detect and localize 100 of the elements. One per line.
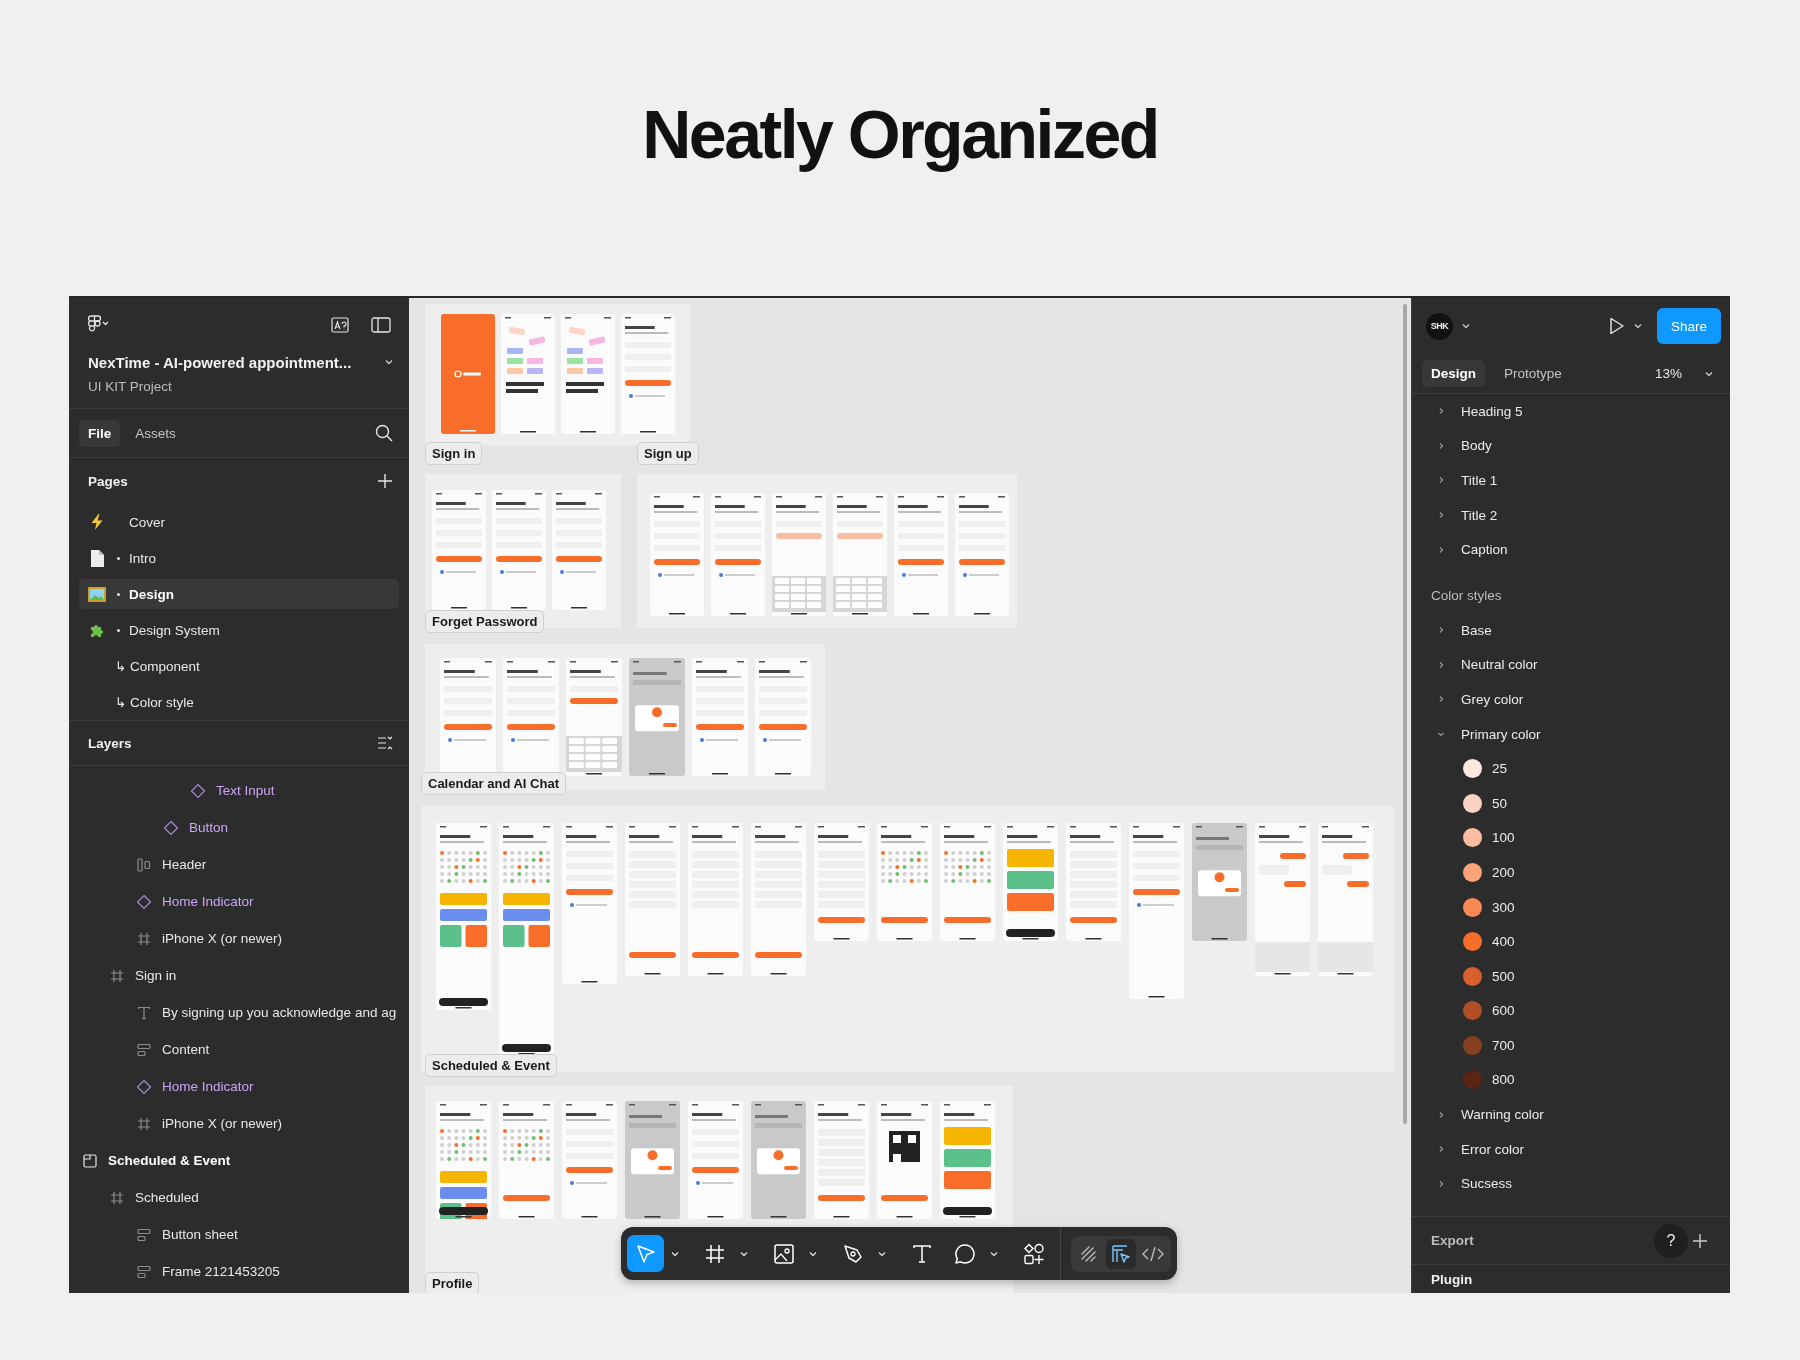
caret-icon[interactable]: [808, 1249, 818, 1258]
design-mode-button[interactable]: [1106, 1238, 1136, 1269]
page-item[interactable]: Design System: [79, 612, 399, 648]
speech-bubble-icon: [953, 1242, 976, 1265]
project-name: UI KIT Project: [88, 379, 173, 394]
component-icon: [136, 1078, 152, 1095]
shade-item[interactable]: 400: [1412, 924, 1730, 959]
section-label[interactable]: Sign up: [637, 442, 699, 465]
layer-item[interactable]: iPhone X (or newer): [69, 1105, 409, 1142]
frame-icon: [110, 968, 124, 983]
shade-item[interactable]: 100: [1412, 820, 1730, 856]
layer-item[interactable]: iPhone X (or newer): [69, 920, 409, 957]
frame-icon: [704, 1243, 725, 1264]
sidebar-icon[interactable]: [371, 317, 391, 333]
vertical-stack-icon: [137, 1227, 151, 1242]
layer-item[interactable]: Text Input: [69, 772, 409, 809]
move-tool-button[interactable]: [627, 1235, 664, 1272]
shade-item[interactable]: 300: [1412, 889, 1730, 925]
page-item[interactable]: Intro: [79, 540, 399, 576]
layer-item[interactable]: Button: [69, 809, 409, 846]
section-label[interactable]: Calendar and AI Chat: [421, 772, 566, 795]
panel-tab[interactable]: Design: [1422, 360, 1485, 387]
layer-item[interactable]: Scheduled & Event: [69, 1142, 409, 1179]
export-heading: Export: [1431, 1233, 1474, 1248]
caret-icon[interactable]: [670, 1249, 680, 1258]
layer-item[interactable]: Content: [69, 1031, 409, 1068]
style-group[interactable]: Warning color: [1412, 1097, 1730, 1132]
layer-item[interactable]: Scheduled: [69, 1179, 409, 1216]
shade-item[interactable]: 700: [1412, 1028, 1730, 1063]
shade-item[interactable]: 600: [1412, 993, 1730, 1029]
layer-item[interactable]: By signing up you acknowledge and ag: [69, 994, 409, 1031]
style-group[interactable]: Body: [1412, 428, 1730, 464]
shade-item[interactable]: 800: [1412, 1062, 1730, 1098]
plugin-heading: Plugin: [1431, 1271, 1473, 1287]
style-group[interactable]: Primary color: [1412, 716, 1730, 752]
horizontal-stack-icon: [137, 857, 151, 872]
layer-item[interactable]: Header: [69, 846, 409, 883]
design-mode-icon: [1111, 1243, 1131, 1264]
style-group[interactable]: Heading 5: [1412, 394, 1730, 429]
file-name[interactable]: NexTime - AI-powered appointment...: [88, 353, 374, 371]
style-group[interactable]: Error color: [1412, 1131, 1730, 1167]
vertical-stack-icon: [137, 1264, 151, 1279]
shapes-icon: [1022, 1242, 1045, 1265]
panel-tab[interactable]: Prototype: [1495, 360, 1571, 387]
play-icon[interactable]: [1608, 317, 1625, 335]
layer-item[interactable]: Home Indicator: [69, 883, 409, 920]
page-item[interactable]: ↳ Component: [79, 648, 399, 684]
style-group[interactable]: Title 2: [1412, 497, 1730, 533]
layer-item[interactable]: Frame 2121453205: [69, 1253, 409, 1290]
section-label[interactable]: Scheduled & Event: [425, 1054, 557, 1077]
caret-icon[interactable]: [877, 1249, 887, 1258]
layer-item[interactable]: Button sheet: [69, 1216, 409, 1253]
page-item[interactable]: Cover: [79, 504, 399, 540]
plus-icon[interactable]: [377, 473, 393, 489]
panel-tab[interactable]: File: [79, 419, 121, 447]
section-label[interactable]: Sign in: [425, 442, 483, 465]
style-group[interactable]: Base: [1412, 612, 1730, 648]
vertical-stack-icon: [137, 1042, 151, 1057]
caret-icon[interactable]: [989, 1249, 999, 1258]
code-icon: [1142, 1244, 1164, 1263]
translate-icon[interactable]: [331, 317, 349, 333]
page-item[interactable]: Design: [79, 579, 399, 609]
frame-icon: [110, 1190, 124, 1205]
text-icon: [911, 1243, 932, 1264]
shade-item[interactable]: 25: [1412, 751, 1730, 786]
style-group[interactable]: Grey color: [1412, 682, 1730, 717]
section-label[interactable]: Profile: [425, 1272, 480, 1293]
page-item[interactable]: ↳ Color style: [79, 684, 399, 720]
cursor-icon: [634, 1242, 657, 1265]
style-group[interactable]: Title 1: [1412, 463, 1730, 498]
search-icon[interactable]: [375, 424, 393, 442]
color-styles-heading: Color styles: [1430, 587, 1503, 606]
chevron-down-icon[interactable]: [1704, 369, 1714, 378]
shade-item[interactable]: 50: [1412, 785, 1730, 821]
help-button[interactable]: ?: [1654, 1223, 1688, 1258]
style-group[interactable]: Neutral color: [1412, 647, 1730, 683]
style-group[interactable]: Caption: [1412, 532, 1730, 567]
shade-item[interactable]: 500: [1412, 958, 1730, 994]
section-label[interactable]: Forget Password: [425, 610, 545, 633]
layers-heading: Layers: [88, 735, 132, 751]
plus-icon[interactable]: [1692, 1232, 1708, 1249]
collapse-layers-icon[interactable]: [377, 736, 393, 750]
document-icon: [90, 549, 104, 567]
zoom-level[interactable]: 13%: [1654, 366, 1682, 381]
chevron-down-icon[interactable]: [1632, 322, 1643, 330]
layer-item[interactable]: Home Indicator: [69, 1068, 409, 1105]
caret-icon[interactable]: [739, 1249, 749, 1258]
chevron-down-icon[interactable]: [1461, 322, 1471, 330]
panel-tab[interactable]: Assets: [126, 419, 185, 447]
component-icon: [163, 819, 179, 836]
image-icon: [773, 1243, 794, 1264]
shade-item[interactable]: 200: [1412, 855, 1730, 890]
chevron-down-icon[interactable]: [384, 358, 394, 366]
layer-item[interactable]: Sign in: [69, 957, 409, 994]
style-group[interactable]: Sucsess: [1412, 1166, 1730, 1202]
text-icon: [137, 1005, 151, 1020]
pages-heading: Pages: [88, 473, 128, 489]
user-avatar[interactable]: SHK: [1426, 312, 1453, 340]
section-icon: [83, 1153, 97, 1168]
scrollbar[interactable]: [1403, 304, 1407, 1124]
